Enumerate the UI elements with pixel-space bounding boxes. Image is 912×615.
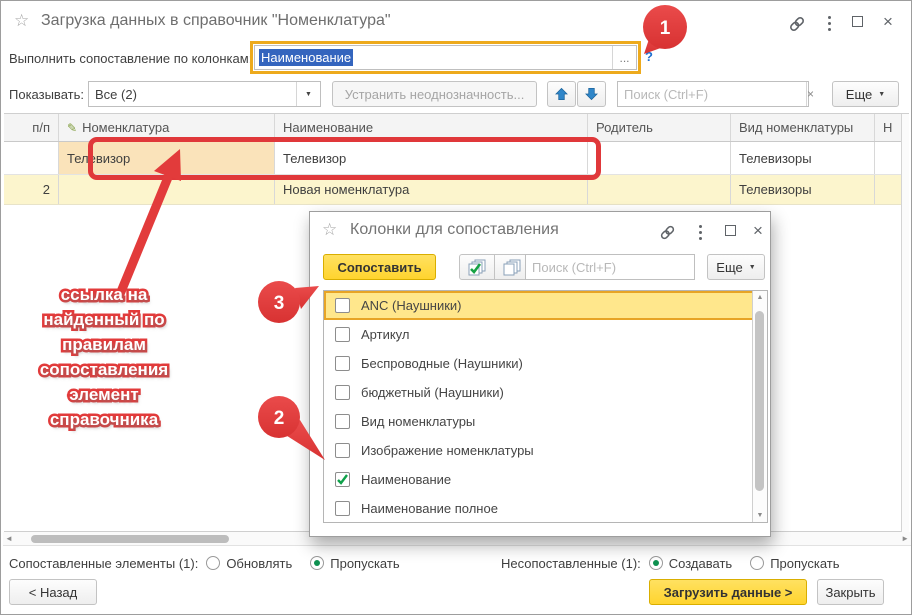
annotation-badge-3: 3 <box>255 277 323 327</box>
dialog-maximize-icon[interactable] <box>725 225 736 236</box>
header-num[interactable]: п/п <box>4 114 59 141</box>
dialog-search-input[interactable] <box>526 255 714 279</box>
table-vertical-scrollbar[interactable] <box>901 114 909 533</box>
pencil-icon: ✎ <box>67 121 77 135</box>
dialog-close-icon[interactable]: × <box>753 222 763 239</box>
list-item[interactable]: Наименование полное <box>324 494 767 523</box>
window-title: Загрузка данных в справочник "Номенклату… <box>41 12 391 30</box>
svg-text:1: 1 <box>660 18 671 39</box>
selected-text: Наименование <box>259 49 353 66</box>
list-item[interactable]: Наименование <box>324 465 767 494</box>
dialog-search-field[interactable]: × <box>525 254 695 280</box>
checkbox-checked[interactable] <box>335 472 350 487</box>
columns-list: ANC (Наушники) Артикул Беспроводные (Нау… <box>323 290 768 523</box>
checkbox[interactable] <box>335 298 350 313</box>
unmatched-options: Несопоставленные (1): Создавать Пропуска… <box>501 554 840 572</box>
choose-button[interactable]: ... <box>612 46 636 69</box>
header-parent[interactable]: Родитель <box>588 114 731 141</box>
radio-update-label[interactable]: Обновлять <box>226 556 292 571</box>
annotation-badge-1: 1 <box>634 2 694 60</box>
move-down-button[interactable] <box>577 81 606 107</box>
radio-skip-matched-label[interactable]: Пропускать <box>330 556 399 571</box>
close-button[interactable]: Закрыть <box>817 579 884 605</box>
radio-skip-unmatched-label[interactable]: Пропускать <box>770 556 839 571</box>
matched-options: Сопоставленные элементы (1): Обновлять П… <box>9 554 400 572</box>
list-item[interactable]: Вид номенклатуры <box>324 407 767 436</box>
show-filter-combobox[interactable]: Все (2) ▼ <box>88 81 321 107</box>
header-kind[interactable]: Вид номенклатуры <box>731 114 875 141</box>
annotation-callout-text: ссылка на найденный по правилам сопостав… <box>23 282 185 432</box>
header-name[interactable]: Наименование <box>275 114 588 141</box>
list-item[interactable]: Артикул <box>324 320 767 349</box>
maximize-icon[interactable] <box>852 16 863 27</box>
dialog-menu-kebab-icon[interactable] <box>699 223 702 241</box>
list-item[interactable]: Изображение номенклатуры <box>324 436 767 465</box>
checkbox[interactable] <box>335 385 350 400</box>
back-button[interactable]: < Назад <box>9 579 97 605</box>
svg-text:2: 2 <box>274 408 285 429</box>
scroll-right-icon[interactable]: ► <box>901 534 909 543</box>
scroll-down-icon[interactable]: ▼ <box>757 512 764 519</box>
annotation-badge-2: 2 <box>255 393 331 465</box>
show-label: Показывать: <box>9 87 84 102</box>
map-button[interactable]: Сопоставить <box>323 254 436 280</box>
move-up-button[interactable] <box>547 81 576 107</box>
dropdown-caret-icon: ▼ <box>878 91 885 98</box>
match-columns-label: Выполнить сопоставление по колонкам: <box>9 51 252 66</box>
search-input[interactable] <box>618 82 806 106</box>
scroll-up-icon[interactable]: ▲ <box>757 294 764 301</box>
list-item[interactable]: бюджетный (Наушники) <box>324 378 767 407</box>
checkbox[interactable] <box>335 327 350 342</box>
list-scrollbar[interactable]: ▲▼ <box>752 291 767 522</box>
checkbox[interactable] <box>335 501 350 516</box>
radio-skip-matched[interactable] <box>310 556 324 570</box>
dropdown-caret-icon: ▼ <box>749 264 756 271</box>
close-icon[interactable]: × <box>883 13 893 30</box>
svg-text:3: 3 <box>274 293 285 314</box>
check-all-icon[interactable] <box>459 254 495 280</box>
checkbox[interactable] <box>335 356 350 371</box>
radio-update[interactable] <box>206 556 220 570</box>
columns-dialog: ☆ Колонки для сопоставления × Сопоставит… <box>309 211 771 537</box>
more-button[interactable]: Еще▼ <box>832 81 899 107</box>
checkbox[interactable] <box>335 414 350 429</box>
dialog-link-icon[interactable] <box>658 223 677 242</box>
matched-label: Сопоставленные элементы (1): <box>9 556 198 571</box>
scroll-thumb[interactable] <box>755 311 764 491</box>
radio-skip-unmatched[interactable] <box>750 556 764 570</box>
clear-search-icon[interactable]: × <box>806 82 814 106</box>
checkbox[interactable] <box>335 443 350 458</box>
disambiguate-button[interactable]: Устранить неоднозначность... <box>332 81 537 107</box>
menu-kebab-icon[interactable] <box>828 14 831 32</box>
favorite-star-icon[interactable]: ☆ <box>14 11 29 31</box>
radio-create[interactable] <box>649 556 663 570</box>
match-columns-input[interactable]: Наименование ... <box>254 45 637 70</box>
unmatched-label: Несопоставленные (1): <box>501 556 641 571</box>
load-data-button[interactable]: Загрузить данные > <box>649 579 807 605</box>
main-window: ☆ Загрузка данных в справочник "Номенкла… <box>0 0 912 615</box>
show-filter-value: Все (2) <box>89 87 137 102</box>
link-icon[interactable] <box>787 14 807 34</box>
table-header-row: п/п ✎Номенклатура Наименование Родитель … <box>4 114 901 142</box>
dialog-favorite-star-icon[interactable]: ☆ <box>322 220 337 240</box>
scroll-thumb[interactable] <box>31 535 229 543</box>
list-item[interactable]: Беспроводные (Наушники) <box>324 349 767 378</box>
scroll-left-icon[interactable]: ◄ <box>5 534 13 543</box>
header-nomenclature[interactable]: ✎Номенклатура <box>59 114 275 141</box>
radio-create-label[interactable]: Создавать <box>669 556 732 571</box>
dialog-more-button[interactable]: Еще▼ <box>707 254 765 280</box>
header-next[interactable]: Н <box>875 114 901 141</box>
search-field[interactable]: × <box>617 81 809 107</box>
combobox-arrow-icon[interactable]: ▼ <box>296 82 320 106</box>
dialog-title: Колонки для сопоставления <box>350 221 559 239</box>
list-item[interactable]: ANC (Наушники) <box>324 291 767 320</box>
